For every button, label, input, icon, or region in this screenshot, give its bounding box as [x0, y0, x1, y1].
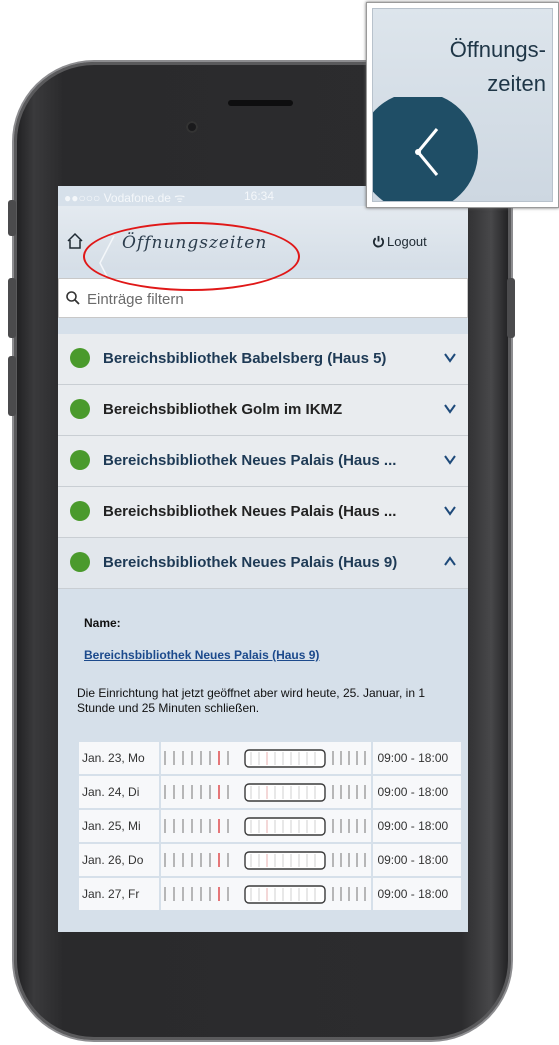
open-status-dot: [70, 501, 90, 521]
open-hours-range: [244, 783, 327, 802]
hours-timeline: [159, 740, 374, 776]
day-cell: Jan. 23, Mo: [76, 740, 162, 776]
phone-screen: ●●○○○ Vodafone.de ᯤ 16:34 Öffnungszeiten…: [58, 186, 468, 932]
table-row: Jan. 23, Mo 09:00 - 18:00: [76, 740, 463, 776]
list-item-library[interactable]: Bereichsbibliothek Babelsberg (Haus 5): [58, 334, 468, 385]
time-cell: 09:00 - 18:00: [371, 808, 463, 844]
chevron-down-icon[interactable]: [443, 348, 457, 368]
hours-timeline: [159, 842, 374, 878]
search-icon: [66, 291, 80, 305]
chevron-down-icon[interactable]: [443, 501, 457, 521]
mute-switch: [8, 200, 16, 236]
home-icon[interactable]: [66, 232, 84, 250]
open-hours-range: [244, 749, 327, 768]
table-row: Jan. 27, Fr 09:00 - 18:00: [76, 876, 463, 912]
library-name: Bereichsbibliothek Golm im IKMZ: [103, 401, 343, 418]
hours-timeline: [159, 808, 374, 844]
library-name: Bereichsbibliothek Babelsberg (Haus 5): [103, 350, 387, 367]
search-bar: [58, 278, 468, 318]
timeline-graphic: [164, 851, 367, 870]
front-camera: [186, 121, 198, 133]
time-cell: 09:00 - 18:00: [371, 876, 463, 912]
list-item-library[interactable]: Bereichsbibliothek Golm im IKMZ: [58, 385, 468, 436]
hours-timeline: [159, 876, 374, 912]
table-row: Jan. 24, Di 09:00 - 18:00: [76, 774, 463, 810]
list-item-library[interactable]: Bereichsbibliothek Neues Palais (Haus ..…: [58, 436, 468, 487]
list-item-library-expanded[interactable]: Bereichsbibliothek Neues Palais (Haus 9): [58, 538, 468, 589]
table-row: Jan. 26, Do 09:00 - 18:00: [76, 842, 463, 878]
opening-status-text: Die Einrichtung hat jetzt geöffnet aber …: [77, 686, 425, 715]
timeline-graphic: [164, 817, 367, 836]
opening-hours-table: Jan. 23, Mo 09:00 - 18:00 Jan. 24, Di 09…: [76, 740, 463, 912]
time-cell: 09:00 - 18:00: [371, 740, 463, 776]
name-label: Name:: [84, 616, 121, 630]
day-cell: Jan. 24, Di: [76, 774, 162, 810]
tile-label-line2: zeiten: [487, 71, 546, 96]
status-time: 16:34: [244, 189, 275, 203]
earpiece-speaker: [228, 100, 293, 106]
power-side-button: [507, 278, 515, 338]
day-cell: Jan. 26, Do: [76, 842, 162, 878]
library-name-link[interactable]: Bereichsbibliothek Neues Palais (Haus 9): [84, 648, 319, 662]
open-status-dot: [70, 399, 90, 419]
library-name: Bereichsbibliothek Neues Palais (Haus ..…: [103, 503, 397, 520]
logout-label: Logout: [387, 234, 427, 249]
open-status-dot: [70, 450, 90, 470]
chevron-down-icon[interactable]: [443, 399, 457, 419]
open-hours-range: [244, 885, 327, 904]
tile-label-line1: Öffnungs-: [449, 37, 546, 62]
power-icon: [372, 235, 385, 248]
library-detail-panel: Name: Bereichsbibliothek Neues Palais (H…: [58, 590, 468, 932]
library-name: Bereichsbibliothek Neues Palais (Haus 9): [103, 554, 398, 571]
open-status-dot: [70, 348, 90, 368]
list-item-library[interactable]: Bereichsbibliothek Neues Palais (Haus ..…: [58, 487, 468, 538]
timeline-graphic: [164, 885, 367, 904]
tile-label: Öffnungs- zeiten: [396, 33, 546, 101]
clock-icon: [373, 97, 478, 201]
carrier-signal: ●●○○○ Vodafone.de ᯤ: [64, 191, 186, 205]
time-cell: 09:00 - 18:00: [371, 774, 463, 810]
library-list: Bereichsbibliothek Babelsberg (Haus 5) B…: [58, 334, 468, 589]
time-cell: 09:00 - 18:00: [371, 842, 463, 878]
app-tile-opening-hours: Öffnungs- zeiten: [372, 8, 553, 202]
timeline-graphic: [164, 749, 367, 768]
chevron-up-icon[interactable]: [443, 552, 457, 572]
timeline-graphic: [164, 783, 367, 802]
day-cell: Jan. 27, Fr: [76, 876, 162, 912]
search-input[interactable]: [85, 286, 459, 312]
hours-timeline: [159, 774, 374, 810]
volume-down-button: [8, 356, 16, 416]
volume-up-button: [8, 278, 16, 338]
table-row: Jan. 25, Mi 09:00 - 18:00: [76, 808, 463, 844]
zoom-inset: Öffnungs- zeiten: [366, 2, 559, 208]
logout-button[interactable]: Logout: [372, 234, 427, 249]
open-status-dot: [70, 552, 90, 572]
day-cell: Jan. 25, Mi: [76, 808, 162, 844]
annotation-ellipse: [83, 222, 300, 291]
chevron-down-icon[interactable]: [443, 450, 457, 470]
library-name: Bereichsbibliothek Neues Palais (Haus ..…: [103, 452, 397, 469]
open-hours-range: [244, 817, 327, 836]
open-hours-range: [244, 851, 327, 870]
